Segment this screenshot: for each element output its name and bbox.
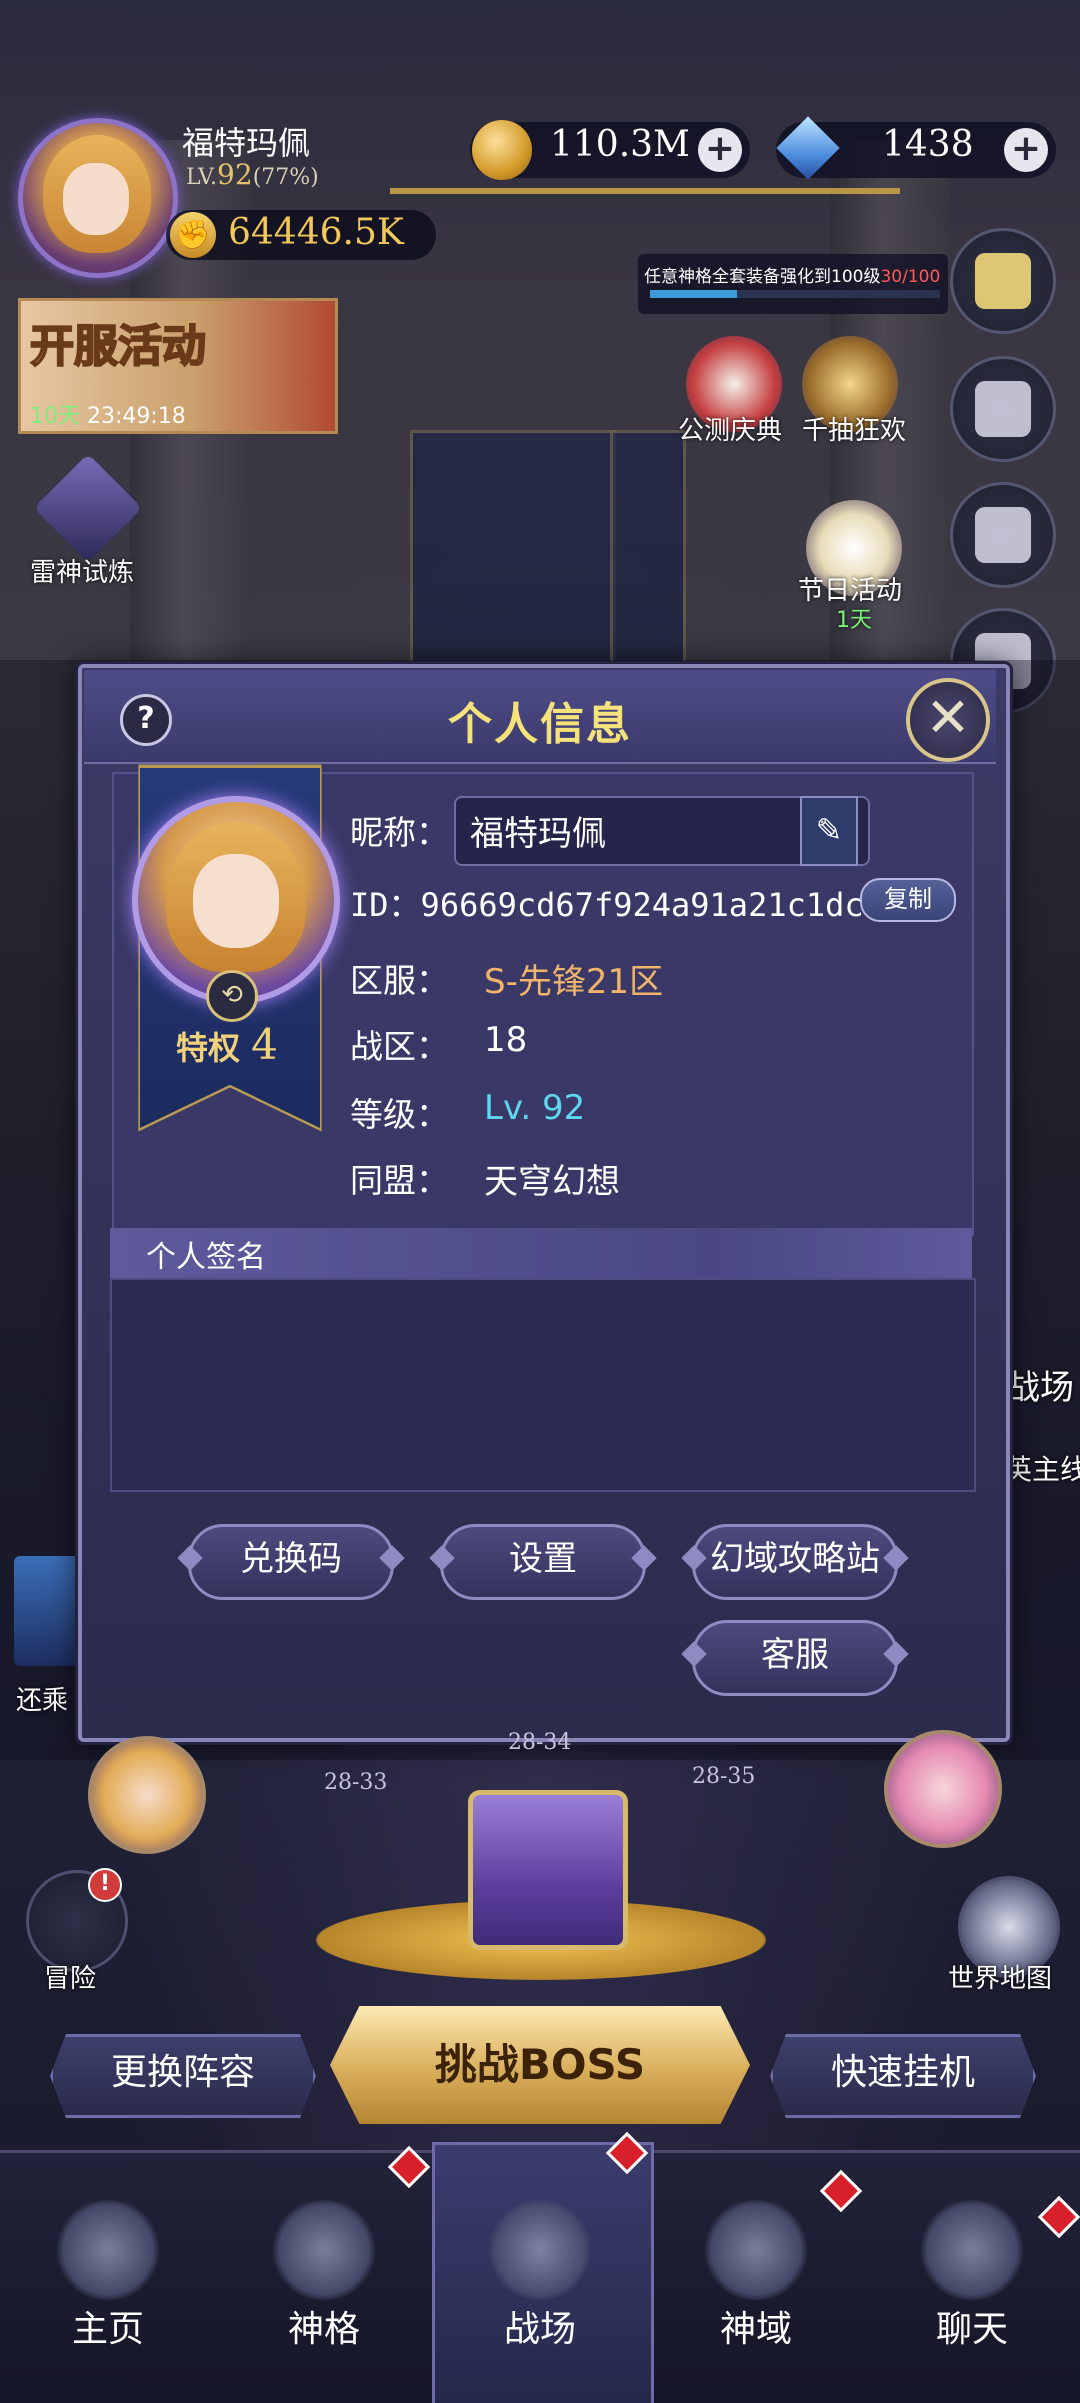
change-lineup-button[interactable]: 更换阵容 — [50, 2034, 316, 2118]
home-icon — [53, 2200, 163, 2300]
help-button[interactable]: ? — [120, 694, 172, 746]
bag-icon — [975, 381, 1031, 437]
level-value: Lv. 92 — [484, 1088, 586, 1128]
level-prefix: LV. — [186, 165, 218, 190]
stage-label: 28-34 — [508, 1730, 572, 1755]
add-gold-button[interactable]: + — [698, 128, 742, 172]
privilege-label: 特权 — [176, 1029, 241, 1067]
nav-item-divine-realm[interactable]: 神域 — [648, 2300, 864, 2352]
quest-progress-fill — [650, 290, 737, 298]
privilege-level: 特权 4 — [176, 1020, 278, 1069]
level-percent: (77%) — [252, 165, 319, 190]
book-icon — [975, 507, 1031, 563]
signature-field[interactable] — [110, 1278, 976, 1492]
level-number: 92 — [217, 158, 253, 191]
copy-id-button[interactable]: 复制 — [860, 878, 956, 922]
codex-button[interactable] — [950, 482, 1056, 588]
main-line-label[interactable]: 英主线 — [1004, 1448, 1080, 1488]
notice-button[interactable] — [950, 228, 1056, 334]
notice-icon — [975, 253, 1031, 309]
customer-service-button[interactable]: 客服 — [692, 1620, 898, 1696]
add-gems-button[interactable]: + — [1004, 128, 1048, 172]
divinity-icon — [269, 2200, 379, 2300]
player-level: LV.92(77%) — [186, 158, 319, 191]
privilege-badge-icon: ⟲ — [206, 970, 258, 1022]
settings-button[interactable]: 设置 — [440, 1524, 646, 1600]
zone-label: 战区： — [350, 1027, 449, 1066]
redeem-code-button[interactable]: 兑换码 — [188, 1524, 394, 1600]
treasure-chest-icon[interactable] — [468, 1790, 628, 1950]
event-days: 10天 — [30, 404, 80, 429]
experience-bar — [390, 188, 900, 194]
stage-label: 28-33 — [324, 1770, 388, 1795]
nav-item-battlefield[interactable]: 战场 — [432, 2300, 648, 2352]
nav-item-home[interactable]: 主页 — [0, 2300, 216, 2352]
gold-coin-icon — [472, 120, 532, 180]
bag-button[interactable] — [950, 356, 1056, 462]
player-avatar[interactable] — [18, 118, 178, 278]
edit-nickname-feather-icon[interactable]: ✎ — [800, 796, 858, 866]
server-value: S-先锋21区 — [484, 962, 664, 1002]
draw-event-label: 千抽狂欢 — [802, 416, 907, 446]
close-button[interactable]: ✕ — [906, 678, 990, 762]
adventure-label: 冒险 — [44, 1964, 97, 1994]
guide-site-button[interactable]: 幻域攻略站 — [692, 1524, 898, 1600]
event-countdown: 10天 23:49:18 — [30, 398, 186, 430]
player-id: ID：96669cd67f924a91a21c1dcd — [350, 880, 883, 926]
alliance-label: 同盟： — [350, 1161, 449, 1200]
nav-item-divinity[interactable]: 神格 — [216, 2300, 432, 2352]
event-time: 23:49:18 — [87, 404, 186, 429]
combat-power: 64446.5K — [228, 212, 404, 253]
return-icon[interactable] — [14, 1556, 84, 1666]
privilege-number: 4 — [251, 1020, 278, 1069]
stage-label: 28-35 — [692, 1764, 756, 1789]
quest-description: 任意神格全套装备强化到100级 — [644, 267, 881, 287]
server-label: 区服： — [350, 961, 449, 1000]
alliance-value: 天穹幻想 — [484, 1162, 620, 1202]
hero-portrait[interactable] — [884, 1730, 1002, 1848]
avatar-face — [63, 163, 129, 235]
zone-value: 18 — [484, 1020, 528, 1060]
level-label: 等级： — [350, 1095, 449, 1134]
nickname-value: 福特玛佩 — [470, 814, 606, 854]
event-title: 开服活动 — [29, 320, 207, 373]
public-test-label: 公测庆典 — [678, 416, 783, 446]
chat-icon — [917, 2200, 1027, 2300]
id-label: ID： — [350, 886, 421, 924]
challenge-boss-button[interactable]: 挑战BOSS — [330, 2006, 750, 2124]
hero-portrait[interactable] — [88, 1736, 206, 1854]
quest-text: 任意神格全套装备强化到100级30/100 — [644, 262, 940, 287]
gold-amount: 110.3M — [550, 124, 690, 165]
thunder-trial-label: 雷神试炼 — [30, 558, 135, 588]
battlefield-icon — [485, 2200, 595, 2300]
battlefield-side-label[interactable]: 战场 — [1006, 1360, 1074, 1409]
signature-label: 个人签名 — [146, 1240, 266, 1275]
castle-icon — [701, 2200, 811, 2300]
id-value: 96669cd67f924a91a21c1dcd — [420, 886, 883, 924]
adventure-alert-badge: ! — [88, 1868, 122, 1902]
fist-icon: ✊ — [170, 212, 216, 258]
gem-amount: 1438 — [882, 124, 974, 165]
profile-avatar-face — [193, 854, 279, 948]
return-label: 还乘 — [16, 1686, 69, 1716]
nav-item-chat[interactable]: 聊天 — [864, 2300, 1080, 2352]
quest-progress: 30/100 — [880, 267, 941, 287]
nickname-label: 昵称： — [350, 813, 449, 852]
quick-idle-button[interactable]: 快速挂机 — [770, 2034, 1036, 2118]
festival-days: 1天 — [836, 608, 872, 633]
world-map-label: 世界地图 — [948, 1964, 1053, 1994]
